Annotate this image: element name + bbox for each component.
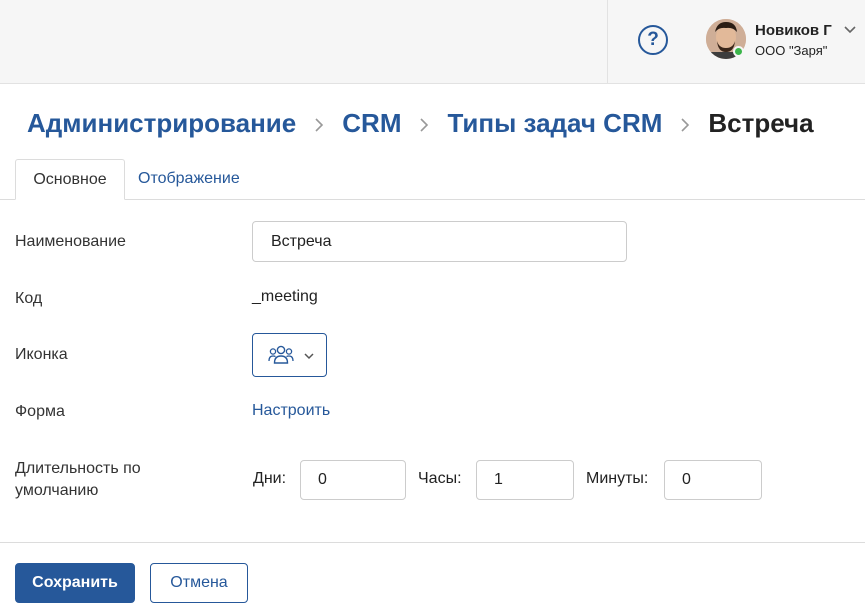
tabs-divider [0, 199, 865, 200]
name-label: Наименование [15, 233, 126, 250]
cancel-button[interactable]: Отмена [150, 563, 248, 603]
hours-label: Часы: [418, 470, 462, 487]
breadcrumb-item-crm[interactable]: CRM [342, 108, 401, 139]
user-organization: ООО "Заря" [755, 43, 828, 58]
footer-divider [0, 542, 865, 543]
breadcrumb: Администрирование CRM Типы задач CRM Вст… [27, 106, 814, 140]
page-title: Встреча [708, 107, 814, 138]
save-button[interactable]: Сохранить [15, 563, 135, 603]
days-label: Дни: [253, 470, 287, 487]
header-divider [607, 0, 608, 84]
code-value: _meeting [252, 288, 318, 305]
hours-input[interactable]: 1 [476, 460, 574, 500]
breadcrumb-item-crm-task-types[interactable]: Типы задач CRM [447, 108, 662, 139]
duration-label: Длительность по умолчанию [15, 460, 141, 499]
code-label: Код [15, 290, 43, 307]
icon-label: Иконка [15, 346, 68, 363]
icon-select[interactable] [252, 333, 327, 377]
chevron-right-icon [401, 108, 447, 139]
top-header: ? Новиков Г ООО "Заря" [0, 0, 865, 84]
chevron-down-icon [304, 353, 314, 360]
days-input[interactable]: 0 [300, 460, 406, 500]
people-group-icon [268, 345, 294, 364]
minutes-label: Минуты: [586, 470, 649, 487]
chevron-right-icon [296, 108, 342, 139]
online-status-dot [733, 46, 744, 57]
chevron-down-icon[interactable] [843, 24, 857, 36]
chevron-right-icon [662, 108, 708, 139]
tab-general[interactable]: Основное [15, 159, 125, 200]
user-name[interactable]: Новиков Г [755, 22, 832, 39]
name-input[interactable]: Встреча [252, 221, 627, 262]
configure-form-link[interactable]: Настроить [252, 402, 330, 420]
minutes-input[interactable]: 0 [664, 460, 762, 500]
tab-display[interactable]: Отображение [138, 159, 240, 200]
breadcrumb-item-administration[interactable]: Администрирование [27, 108, 296, 139]
question-circle-icon[interactable]: ? [638, 25, 668, 55]
form-label: Форма [15, 403, 65, 420]
